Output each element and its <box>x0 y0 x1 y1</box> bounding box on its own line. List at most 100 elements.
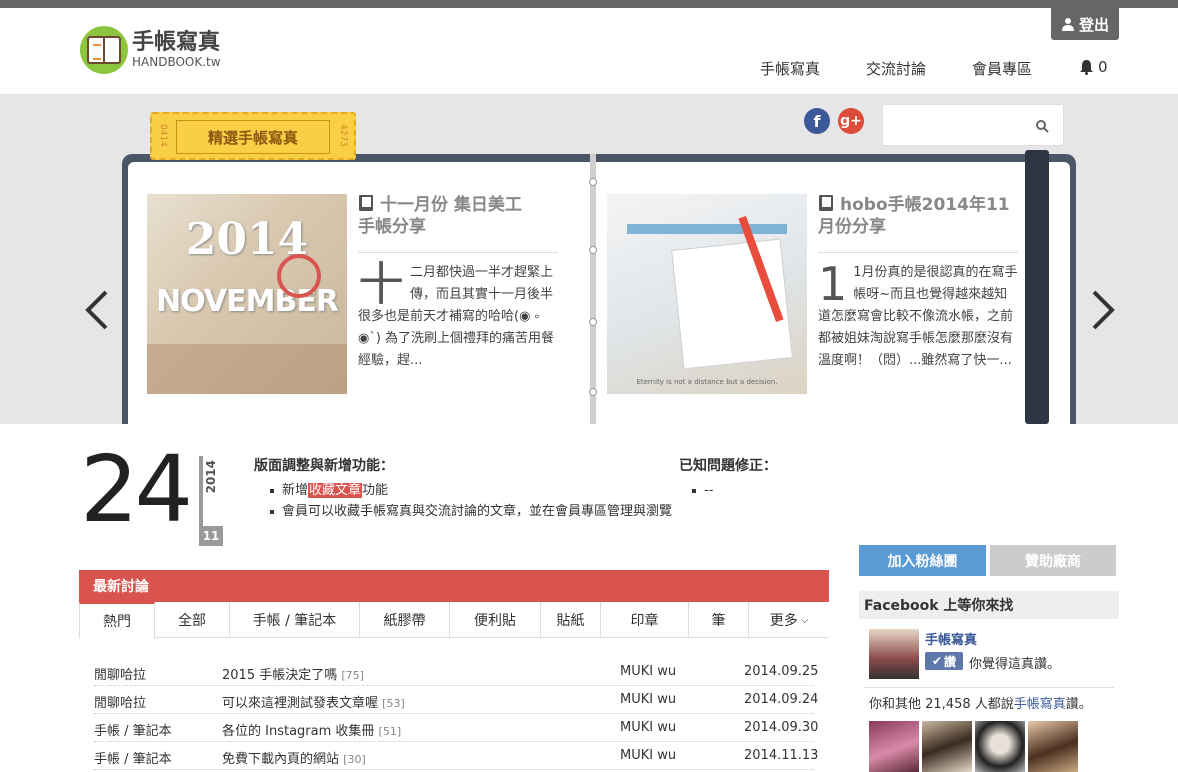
page-avatar[interactable] <box>869 629 919 679</box>
nav-handbook[interactable]: 手帳寫真 <box>760 58 820 79</box>
table-row[interactable]: 手帳 / 筆記本 免費下載內頁的網站 [30] MUKI wu 2014.11.… <box>94 742 818 770</box>
check-icon: ✔ <box>931 654 943 668</box>
row-count: [75] <box>341 669 364 682</box>
discussion-tabs: 熱門 全部 手帳 / 筆記本 紙膠帶 便利貼 貼紙 印章 筆 更多 ⌵ <box>79 602 829 639</box>
date-day: 24 <box>80 436 193 543</box>
fb-like-button[interactable]: ✔ 讚 <box>925 652 963 670</box>
logo-title: 手帳寫真 <box>132 30 221 55</box>
book-icon <box>819 195 833 211</box>
fb-count-text: 你和其他 21,458 人都說 <box>869 697 1014 712</box>
nav-member[interactable]: 會員專區 <box>972 58 1032 79</box>
notification-button[interactable]: 0 <box>1079 58 1108 76</box>
article-2-dropcap: 1 <box>818 257 848 311</box>
sponsors-button[interactable]: 贊助廠商 <box>990 545 1116 576</box>
row-category[interactable]: 手帳 / 筆記本 <box>94 748 172 767</box>
article-1-image[interactable]: 2014 NOVEMBER <box>147 194 347 394</box>
table-row[interactable]: 手帳 / 筆記本 各位的 Instagram 收集冊 [51] MUKI wu … <box>94 714 818 742</box>
tab-all[interactable]: 全部 <box>155 602 230 638</box>
list-item: 會員可以收藏手帳寫真與交流討論的文章，並在會員專區管理與瀏覽 <box>268 501 678 522</box>
date-bar <box>199 456 203 526</box>
article-2-excerpt: 1 1月份真的是很認真的在寫手帳呀~而且也覺得越來越知道怎麼寫會比較不像流水帳，之… <box>818 257 1018 372</box>
red-stamp-decoration <box>277 254 321 298</box>
facebook-widget-title: Facebook 上等你來找 <box>859 591 1119 619</box>
chevron-left-icon[interactable] <box>82 288 110 332</box>
avatar[interactable] <box>869 721 919 772</box>
feature-text: 功能 <box>362 483 389 498</box>
row-title[interactable]: 可以來這裡測試發表文章喔 [53] <box>222 692 405 711</box>
binder-ring <box>589 388 597 396</box>
book-icon <box>359 195 373 211</box>
avatar[interactable] <box>975 721 1025 772</box>
row-title[interactable]: 免費下載內頁的網站 [30] <box>222 748 366 767</box>
search-icon[interactable] <box>1035 119 1049 133</box>
facebook-widget: Facebook 上等你來找 手帳寫真 ✔ 讚 你覺得這真讚。 你和其他 21,4… <box>859 591 1119 772</box>
row-author[interactable]: MUKI wu <box>620 664 676 679</box>
tab-sticker[interactable]: 貼紙 <box>541 602 601 638</box>
row-title[interactable]: 2015 手帳決定了嗎 [75] <box>222 664 364 683</box>
chevron-right-icon[interactable] <box>1090 288 1118 332</box>
image-year-text: 2014 <box>185 214 309 265</box>
facebook-icon[interactable]: f <box>804 108 830 134</box>
image-washi-tape <box>627 224 787 234</box>
binder-ring <box>589 318 597 326</box>
avatar[interactable] <box>922 721 972 772</box>
tab-pen[interactable]: 筆 <box>689 602 749 638</box>
article-1-title-text: 十一月份 集日美工手帳分享 <box>358 195 522 237</box>
latest-discussion-header: 最新討論 <box>79 570 829 602</box>
fb-count-text: 讚。 <box>1065 697 1092 712</box>
article-1-dropcap: 十 <box>358 257 404 311</box>
article-2-image[interactable]: Eternity is not a distance but a decisio… <box>607 194 807 394</box>
search-box <box>882 104 1064 146</box>
fb-count-page-link[interactable]: 手帳寫真 <box>1014 697 1066 712</box>
row-count: [51] <box>378 725 402 738</box>
tab-more[interactable]: 更多 ⌵ <box>749 602 829 638</box>
row-author[interactable]: MUKI wu <box>620 748 676 763</box>
features-list: 新增收藏文章功能 會員可以收藏手帳寫真與交流討論的文章，並在會員專區管理與瀏覽 <box>268 480 678 522</box>
fb-page-name[interactable]: 手帳寫真 <box>925 629 977 648</box>
row-author[interactable]: MUKI wu <box>620 692 676 707</box>
notebook-strap <box>1025 150 1049 424</box>
table-row[interactable]: 閒聊哈拉 可以來這裡測試發表文章喔 [53] MUKI wu 2014.09.2… <box>94 686 818 714</box>
row-title-text: 2015 手帳決定了嗎 <box>222 668 338 683</box>
fixes-heading: 已知問題修正： <box>679 458 777 474</box>
table-row[interactable]: 閒聊哈拉 2015 手帳決定了嗎 [75] MUKI wu 2014.09.25 <box>94 658 818 686</box>
row-author[interactable]: MUKI wu <box>620 720 676 735</box>
row-count: [30] <box>343 753 366 766</box>
tab-stamp[interactable]: 印章 <box>601 602 689 638</box>
divider <box>358 252 558 253</box>
tab-washi[interactable]: 紙膠帶 <box>360 602 450 638</box>
date-month: 11 <box>199 526 223 546</box>
row-count: [53] <box>382 697 405 710</box>
logout-label: 登出 <box>1078 15 1109 34</box>
nav-discussion[interactable]: 交流討論 <box>866 58 926 79</box>
notebook-spine <box>590 154 596 424</box>
divider <box>818 252 1018 253</box>
logout-button[interactable]: 登出 <box>1051 8 1119 40</box>
search-input[interactable] <box>889 113 1029 137</box>
image-month-text: NOVEMBER <box>156 284 339 319</box>
row-category[interactable]: 閒聊哈拉 <box>94 692 146 711</box>
featured-tag: 0414 精選手帳寫真 4273 <box>150 112 356 160</box>
site-header: 手帳寫真 HANDBOOK.tw 登出 手帳寫真 交流討論 會員專區 0 <box>0 8 1178 94</box>
row-category[interactable]: 手帳 / 筆記本 <box>94 720 172 739</box>
avatar[interactable] <box>1028 721 1078 772</box>
article-1-title[interactable]: 十一月份 集日美工手帳分享 <box>358 194 538 238</box>
row-title-text: 各位的 Instagram 收集冊 <box>222 724 375 739</box>
row-title[interactable]: 各位的 Instagram 收集冊 [51] <box>222 720 401 739</box>
join-fans-button[interactable]: 加入粉絲團 <box>859 545 986 576</box>
google-plus-icon[interactable]: g+ <box>838 108 864 134</box>
divider <box>864 687 1114 688</box>
user-icon <box>1061 18 1074 31</box>
tab-sticky[interactable]: 便利貼 <box>450 602 541 638</box>
site-logo[interactable]: 手帳寫真 HANDBOOK.tw <box>80 26 221 74</box>
tab-notebook[interactable]: 手帳 / 筆記本 <box>230 602 360 638</box>
article-2-title[interactable]: hobo手帳2014年11月份分享 <box>818 194 1014 238</box>
binder-ring <box>589 178 597 186</box>
article-1-excerpt: 十二月都快過一半才趕緊上傳，而且其實十一月後半很多也是前天才補寫的哈哈(◉ ༚ … <box>358 257 558 372</box>
tag-number-left: 0414 <box>158 124 168 147</box>
tab-hot[interactable]: 熱門 <box>79 602 155 639</box>
row-title-text: 免費下載內頁的網站 <box>222 752 340 767</box>
article-2-body: 1月份真的是很認真的在寫手帳呀~而且也覺得越來越知道怎麼寫會比較不像流水帳，之前… <box>818 265 1018 368</box>
row-category[interactable]: 閒聊哈拉 <box>94 664 146 683</box>
featured-tag-label: 精選手帳寫真 <box>176 120 330 154</box>
